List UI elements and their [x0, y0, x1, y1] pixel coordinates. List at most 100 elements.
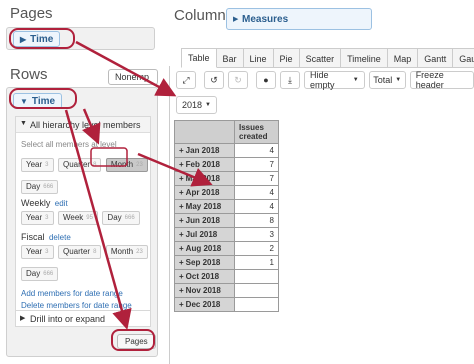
weekly-year-button[interactable]: Year 3	[21, 210, 54, 225]
expand-plus-icon[interactable]: +	[179, 216, 184, 225]
expand-plus-icon[interactable]: +	[179, 230, 184, 239]
table-row: + Jul 2018 3	[174, 227, 279, 242]
row-header[interactable]: + Jun 2018	[174, 213, 235, 228]
cell-value[interactable]: 4	[234, 199, 279, 214]
hide-empty-button[interactable]: Hide empty ▼	[304, 70, 365, 90]
row-header[interactable]: + Jul 2018	[174, 227, 235, 242]
row-header[interactable]: + Jan 2018	[174, 143, 235, 158]
page-filter-2018[interactable]: 2018 ▼	[176, 96, 217, 114]
caret-down-icon: ▼	[205, 102, 211, 108]
expand-plus-icon[interactable]: +	[179, 146, 184, 155]
row-header[interactable]: + Apr 2018	[174, 185, 235, 200]
freeze-header-button[interactable]: Freeze header	[409, 70, 474, 90]
pages-title: Pages	[10, 5, 53, 22]
hierarchy-header-label: All hierarchy level members	[30, 120, 141, 130]
tab-gantt[interactable]: Gantt	[417, 48, 454, 68]
tab-table[interactable]: Table	[181, 48, 217, 68]
tab-bar[interactable]: Bar	[215, 48, 244, 68]
expand-plus-icon[interactable]: +	[179, 300, 184, 309]
tab-line[interactable]: Line	[242, 48, 274, 68]
tab-timeline[interactable]: Timeline	[340, 48, 388, 68]
row-label: Dec 2018	[185, 300, 221, 309]
issues-created-header[interactable]: Issues created	[234, 120, 279, 144]
cell-value[interactable]: 2	[234, 241, 279, 256]
total-button[interactable]: Total ▼	[368, 71, 406, 89]
row-label: Sep 2018	[185, 258, 221, 267]
pages-button[interactable]: Pages	[117, 334, 156, 349]
expand-plus-icon[interactable]: +	[179, 272, 184, 281]
cell-value[interactable]	[234, 283, 279, 298]
fiscal-day-button[interactable]: Day 666	[21, 266, 59, 281]
tab-pie[interactable]: Pie	[272, 48, 300, 68]
fiscal-month-button[interactable]: Month 23	[105, 244, 148, 259]
row-label: Jan 2018	[185, 146, 220, 155]
chevron-down-icon: ▼	[20, 96, 28, 106]
level-quarter-button[interactable]: Quarter 8	[57, 157, 102, 172]
fiscal-quarter-button[interactable]: Quarter 8	[57, 244, 102, 259]
expand-plus-icon[interactable]: +	[179, 188, 184, 197]
row-label: Nov 2018	[185, 286, 221, 295]
table-row: + Nov 2018	[174, 283, 279, 298]
report-table: Issues created + Jan 2018 4 + Feb 2018 7 + Mar …	[174, 120, 279, 312]
rows-panel: ▼ Time ▼ All hierarchy level members Sel…	[6, 87, 158, 357]
cell-value[interactable]: 4	[234, 185, 279, 200]
tab-map[interactable]: Map	[386, 48, 419, 68]
cell-value[interactable]: 1	[234, 255, 279, 270]
weekly-day-button[interactable]: Day 666	[102, 210, 140, 225]
row-header[interactable]: + Oct 2018	[174, 269, 235, 284]
row-header[interactable]: + Feb 2018	[174, 157, 235, 172]
expand-plus-icon[interactable]: +	[179, 202, 184, 211]
table-row: + Feb 2018 7	[174, 157, 279, 172]
expand-plus-icon[interactable]: +	[179, 160, 184, 169]
cell-value[interactable]: 3	[234, 227, 279, 242]
level-year-button[interactable]: Year 3	[21, 157, 54, 172]
row-header[interactable]: + Aug 2018	[174, 241, 235, 256]
cell-value[interactable]	[234, 269, 279, 284]
hierarchy-header[interactable]: ▼ All hierarchy level members	[16, 117, 150, 133]
tab-gauge[interactable]: Gauge	[452, 48, 474, 68]
expand-plus-icon[interactable]: +	[179, 174, 184, 183]
cell-value[interactable]: 7	[234, 171, 279, 186]
fullscreen-icon[interactable]: ⤢	[176, 71, 196, 89]
row-header[interactable]: + Sep 2018	[174, 255, 235, 270]
row-label: Jun 2018	[185, 216, 220, 225]
download-icon[interactable]: ⤓	[280, 71, 300, 89]
default-levels: Year 3 Quarter 8 Month 23 Day 666	[21, 154, 149, 194]
expand-plus-icon[interactable]: +	[179, 244, 184, 253]
rows-time-label: Time	[31, 95, 56, 107]
row-header[interactable]: + May 2018	[174, 199, 235, 214]
level-day-button[interactable]: Day 666	[21, 179, 59, 194]
level-month-button[interactable]: Month 23	[105, 157, 148, 172]
nonempty-button[interactable]: Nonemp	[108, 69, 158, 85]
row-header[interactable]: + Nov 2018	[174, 283, 235, 298]
comment-icon[interactable]: ●	[256, 71, 276, 89]
row-header[interactable]: + Dec 2018	[174, 297, 235, 312]
cell-value[interactable]: 7	[234, 157, 279, 172]
tab-scatter[interactable]: Scatter	[298, 48, 342, 68]
pages-time-pill[interactable]: ▶ Time	[13, 31, 61, 47]
delete-date-range-link[interactable]: Delete members for date range	[21, 301, 132, 310]
row-label: Jul 2018	[185, 230, 218, 239]
row-header[interactable]: + Mar 2018	[174, 171, 235, 186]
drill-box[interactable]: ▶ Drill into or expand	[15, 310, 151, 327]
cell-value[interactable]	[234, 297, 279, 312]
columns-drop-zone[interactable]: ▶ Measures	[226, 8, 372, 30]
expand-plus-icon[interactable]: +	[179, 258, 184, 267]
drill-label: Drill into or expand	[30, 314, 106, 324]
redo-icon[interactable]: ↻	[228, 71, 248, 89]
undo-icon[interactable]: ↺	[204, 71, 224, 89]
chevron-down-icon: ▼	[20, 120, 27, 127]
hierarchy-box: ▼ All hierarchy level members Select all…	[15, 116, 151, 316]
weekly-week-button[interactable]: Week 95	[57, 210, 98, 225]
cell-value[interactable]: 4	[234, 143, 279, 158]
rows-time-pill[interactable]: ▼ Time	[13, 93, 63, 109]
add-date-range-link[interactable]: Add members for date range	[21, 289, 123, 298]
pages-drop-zone[interactable]: ▶ Time	[6, 27, 155, 50]
cell-value[interactable]: 8	[234, 213, 279, 228]
chevron-right-icon: ▶	[20, 315, 26, 322]
expand-plus-icon[interactable]: +	[179, 286, 184, 295]
chevron-right-icon: ▶	[233, 16, 239, 23]
table-row: + Sep 2018 1	[174, 255, 279, 270]
fiscal-year-button[interactable]: Year 3	[21, 244, 54, 259]
row-label: Feb 2018	[185, 160, 220, 169]
